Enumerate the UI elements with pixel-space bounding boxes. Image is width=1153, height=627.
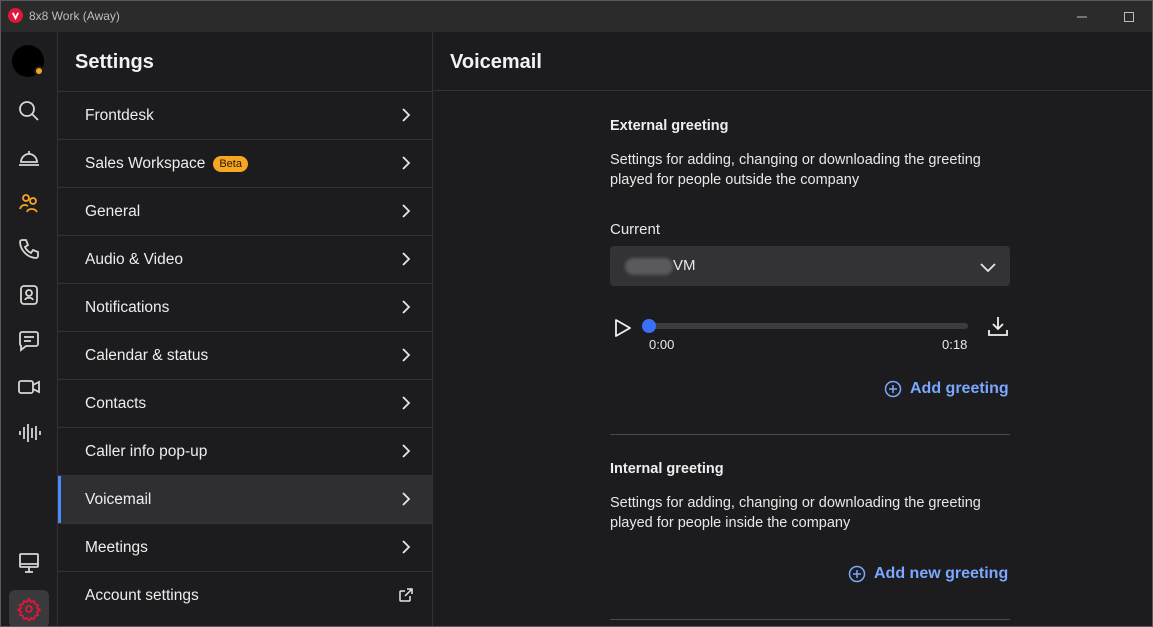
settings-item-label: Contacts	[85, 394, 147, 412]
settings-item-audio-video[interactable]: Audio & Video	[58, 235, 432, 283]
external-link-icon	[399, 588, 413, 602]
app-logo-icon	[8, 8, 23, 23]
plus-circle-icon	[848, 565, 866, 583]
app-window: 8x8 Work (Away) Settings Frontdesk Sales…	[0, 0, 1153, 627]
greeting-select-value: VM	[673, 257, 696, 274]
settings-item-label: Sales Workspace	[85, 154, 206, 172]
rail-chat[interactable]	[9, 322, 49, 360]
chevron-right-icon	[402, 492, 411, 506]
window-title: 8x8 Work (Away)	[29, 9, 120, 23]
internal-greeting-title: Internal greeting	[610, 461, 724, 477]
video-icon	[18, 380, 40, 394]
voicemail-waveform-icon	[19, 424, 41, 442]
settings-item-sales-workspace[interactable]: Sales Workspace Beta	[58, 139, 432, 187]
section-divider	[610, 619, 1010, 620]
settings-item-general[interactable]: General	[58, 187, 432, 235]
page-title: Voicemail	[450, 51, 542, 73]
rail-video[interactable]	[9, 368, 49, 406]
rail-settings[interactable]	[9, 590, 49, 626]
playback-knob[interactable]	[642, 319, 656, 333]
playback-track[interactable]	[646, 323, 968, 329]
chevron-down-icon	[980, 263, 996, 273]
settings-item-label: Meetings	[85, 538, 148, 556]
settings-gear-icon	[17, 597, 41, 621]
settings-title: Settings	[75, 51, 154, 73]
title-bar: 8x8 Work (Away)	[1, 1, 1152, 32]
beta-badge: Beta	[213, 155, 248, 172]
settings-item-calendar-status[interactable]: Calendar & status	[58, 331, 432, 379]
settings-item-label: Caller info pop-up	[85, 442, 208, 460]
rail-frontdesk[interactable]	[9, 138, 49, 176]
maximize-icon	[1124, 11, 1134, 22]
settings-item-notifications[interactable]: Notifications	[58, 283, 432, 331]
time-start: 0:00	[649, 337, 675, 352]
external-greeting-description-wrap: Settings for adding, changing or downloa…	[610, 150, 1010, 190]
add-new-greeting-label: Add new greeting	[874, 565, 1009, 582]
external-greeting-title: External greeting	[610, 118, 729, 134]
minimize-button[interactable]	[1059, 1, 1105, 32]
time-end: 0:18	[942, 337, 968, 352]
settings-item-label: Account settings	[85, 586, 199, 604]
rail-voicemail[interactable]	[9, 414, 49, 452]
phone-icon	[19, 239, 39, 259]
content-header: Voicemail	[434, 32, 1152, 91]
chevron-right-icon	[402, 156, 411, 170]
settings-item-label: Frontdesk	[85, 106, 154, 124]
settings-item-voicemail[interactable]: Voicemail	[58, 475, 432, 523]
navigation-rail	[1, 32, 58, 626]
settings-item-contacts[interactable]: Contacts	[58, 379, 432, 427]
add-greeting-button[interactable]: Add greeting	[884, 380, 1009, 398]
external-greeting-description: Settings for adding, changing or downloa…	[610, 152, 981, 188]
chevron-right-icon	[402, 540, 411, 554]
play-icon[interactable]	[612, 317, 634, 339]
settings-item-label: Calendar & status	[85, 346, 209, 364]
search-icon	[19, 101, 39, 121]
monitor-icon	[19, 553, 39, 573]
internal-greeting-description-wrap: Settings for adding, changing or downloa…	[610, 493, 1010, 533]
rail-search[interactable]	[9, 92, 49, 130]
rail-monitor[interactable]	[9, 544, 49, 582]
chevron-right-icon	[402, 348, 411, 362]
settings-item-label: Audio & Video	[85, 250, 183, 268]
chat-icon	[19, 331, 39, 352]
contacts-group-icon	[19, 194, 38, 213]
avatar[interactable]	[12, 45, 44, 77]
settings-item-label: Voicemail	[85, 490, 152, 508]
chevron-right-icon	[402, 252, 411, 266]
contact-card-icon	[20, 285, 38, 305]
chevron-right-icon	[402, 204, 411, 218]
settings-item-frontdesk[interactable]: Frontdesk	[58, 91, 432, 139]
external-greeting-section: External greeting	[610, 118, 1010, 134]
chevron-right-icon	[402, 108, 411, 122]
add-greeting-label: Add greeting	[910, 380, 1009, 397]
chevron-right-icon	[402, 396, 411, 410]
frontdesk-bell-icon	[19, 151, 39, 166]
settings-menu: Frontdesk Sales Workspace Beta General A…	[58, 91, 432, 619]
settings-item-caller-info[interactable]: Caller info pop-up	[58, 427, 432, 475]
maximize-button[interactable]	[1106, 1, 1152, 32]
settings-item-label: General	[85, 202, 141, 220]
rail-contacts-group[interactable]	[9, 184, 49, 222]
redacted-name	[625, 258, 673, 275]
rail-phone[interactable]	[9, 230, 49, 268]
settings-item-meetings[interactable]: Meetings	[58, 523, 432, 571]
internal-greeting-section: Internal greeting	[610, 461, 1010, 477]
chevron-right-icon	[402, 300, 411, 314]
plus-circle-icon	[884, 380, 902, 398]
download-icon[interactable]	[987, 315, 1009, 337]
chevron-right-icon	[402, 444, 411, 458]
minimize-icon	[1077, 16, 1087, 17]
add-new-greeting-button[interactable]: Add new greeting	[848, 565, 1008, 583]
greeting-select[interactable]: VM	[610, 246, 1010, 286]
section-divider	[610, 434, 1010, 435]
greeting-player: 0:00 0:18	[610, 315, 1010, 355]
settings-item-label: Notifications	[85, 298, 170, 316]
current-label: Current	[610, 221, 661, 238]
internal-greeting-description: Settings for adding, changing or downloa…	[610, 495, 981, 531]
settings-panel: Settings Frontdesk Sales Workspace Beta …	[58, 32, 433, 626]
status-away-indicator	[34, 66, 44, 76]
settings-item-account-settings[interactable]: Account settings	[58, 571, 432, 619]
voicemail-content: Voicemail External greeting Settings for…	[434, 32, 1152, 626]
rail-contact-card[interactable]	[9, 276, 49, 314]
